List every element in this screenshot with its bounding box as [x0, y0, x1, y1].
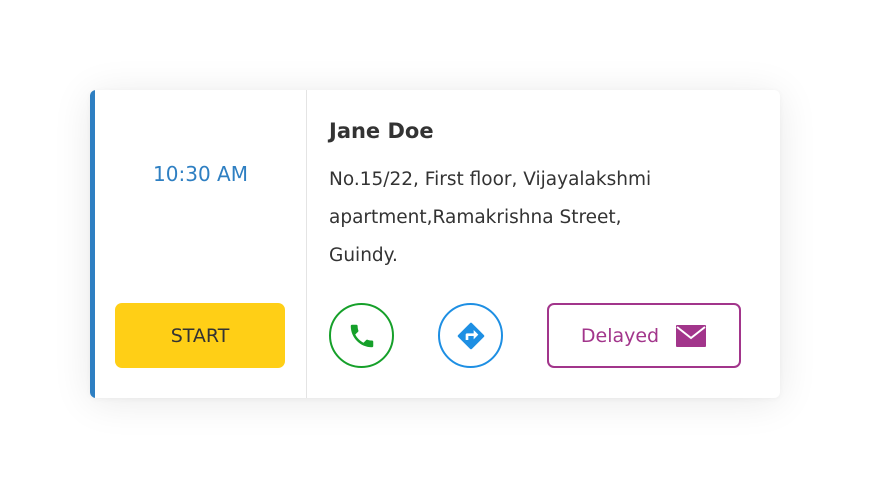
- directions-icon: [457, 322, 484, 349]
- time-column: 10:30 AM START: [95, 90, 306, 398]
- appointment-time: 10:30 AM: [153, 162, 248, 186]
- appointment-card: 10:30 AM START Jane Doe No.15/22, First …: [90, 90, 780, 398]
- start-button[interactable]: START: [115, 303, 285, 368]
- call-button[interactable]: [329, 303, 394, 368]
- delayed-button[interactable]: Delayed: [547, 303, 741, 368]
- customer-address: No.15/22, First floor, Vijayalakshmi apa…: [329, 161, 689, 275]
- directions-button[interactable]: [438, 303, 503, 368]
- phone-icon: [350, 324, 373, 347]
- details-column: Jane Doe No.15/22, First floor, Vijayala…: [307, 90, 780, 398]
- delayed-label: Delayed: [580, 324, 660, 347]
- address-line: Guindy.: [329, 245, 398, 266]
- address-line: No.15/22, First floor, Vijayalakshmi: [329, 169, 652, 190]
- address-line: apartment,Ramakrishna Street,: [329, 207, 622, 228]
- envelope-icon: [676, 324, 707, 347]
- customer-name: Jane Doe: [329, 119, 434, 143]
